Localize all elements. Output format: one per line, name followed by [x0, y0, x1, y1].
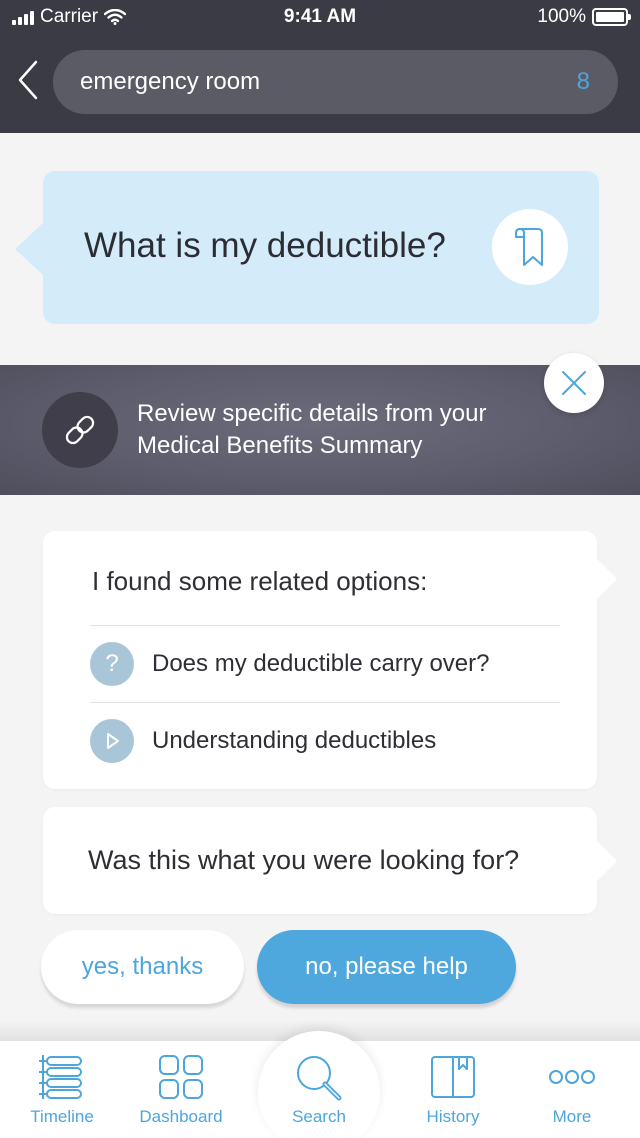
banner-text: Review specific details from your Medica…	[137, 398, 577, 462]
search-input[interactable]	[80, 60, 540, 104]
link-icon	[42, 392, 118, 468]
option-item-understanding[interactable]: Understanding deductibles	[90, 703, 560, 779]
options-title: I found some related options:	[92, 566, 428, 596]
option-label: Understanding deductibles	[152, 727, 437, 754]
history-icon	[398, 1053, 508, 1101]
confirm-question: Was this what you were looking for?	[88, 845, 520, 875]
status-right: 100%	[537, 6, 631, 28]
search-icon	[258, 1053, 380, 1103]
no-please-help-button[interactable]: no, please help	[257, 930, 516, 1004]
related-options-card: I found some related options: ? Does my …	[43, 531, 617, 789]
nav-label: More	[552, 1107, 592, 1126]
close-banner-button[interactable]	[544, 353, 604, 413]
battery-icon	[592, 8, 631, 26]
bookmark-button[interactable]	[492, 209, 568, 285]
question-text: What is my deductible?	[84, 226, 446, 265]
status-bar: Carrier 9:41 AM 100%	[0, 0, 640, 36]
back-button[interactable]	[10, 58, 50, 102]
banner-line-1: Review specific details from your	[137, 400, 487, 427]
nav-label: History	[426, 1107, 480, 1126]
nav-label: Dashboard	[139, 1107, 223, 1126]
search-bar[interactable]: 8	[53, 50, 618, 114]
nav-item-more[interactable]: More	[517, 1041, 627, 1138]
close-icon	[562, 371, 586, 395]
timeline-icon	[7, 1053, 117, 1101]
question-bubble: What is my deductible?	[15, 171, 599, 324]
chevron-left-icon	[18, 60, 38, 100]
more-icon	[517, 1053, 627, 1101]
question-area: What is my deductible?	[0, 133, 640, 365]
option-item-carry-over[interactable]: ? Does my deductible carry over?	[90, 626, 560, 702]
dashboard-icon	[126, 1053, 236, 1101]
banner-line-2: Medical Benefits Summary	[137, 432, 423, 459]
play-icon	[90, 719, 134, 763]
nav-label: Timeline	[30, 1107, 94, 1126]
search-result-count: 8	[576, 68, 590, 95]
confirm-card: Was this what you were looking for?	[43, 807, 617, 914]
option-label: Does my deductible carry over?	[152, 650, 490, 677]
bookmark-icon	[515, 228, 543, 266]
yes-thanks-button[interactable]: yes, thanks	[41, 930, 244, 1004]
header: Carrier 9:41 AM 100% 8	[0, 0, 640, 133]
nav-item-timeline[interactable]: Timeline	[7, 1041, 117, 1138]
nav-item-dashboard[interactable]: Dashboard	[126, 1041, 236, 1138]
nav-item-history[interactable]: History	[398, 1041, 508, 1138]
battery-percent: 100%	[537, 6, 586, 27]
question-icon: ?	[90, 642, 134, 686]
nav-label: Search	[292, 1107, 346, 1126]
